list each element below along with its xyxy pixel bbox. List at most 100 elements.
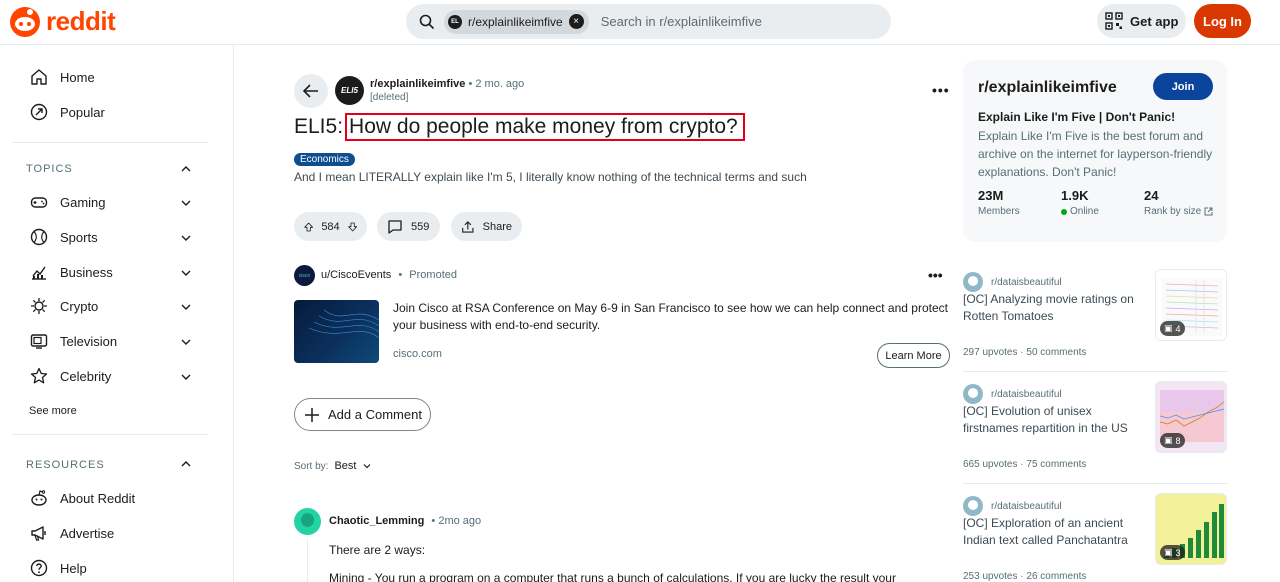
online-label-row: Online	[1061, 206, 1099, 217]
post-flair[interactable]: Economics	[294, 153, 355, 166]
image-count: 8	[1175, 435, 1181, 446]
related-post[interactable]: r/dataisbeautiful [OC] Analyzing movie r…	[963, 269, 1227, 362]
promo-domain[interactable]: cisco.com	[393, 348, 442, 360]
related-post-title[interactable]: [OC] Evolution of unisex firstnames repa…	[963, 403, 1148, 437]
subreddit-filter-chip[interactable]: EL r/explainlikeimfive ×	[444, 9, 589, 34]
subreddit-avatar-icon	[963, 272, 983, 292]
post-time: • 2 mo. ago	[468, 78, 525, 90]
get-app-label: Get app	[1130, 13, 1179, 29]
promo-image[interactable]	[294, 300, 379, 363]
comment-thread-line[interactable]	[307, 539, 308, 582]
chevron-down-icon[interactable]	[180, 267, 192, 279]
sidebar-item-celebrity[interactable]: Celebrity	[30, 367, 111, 385]
related-post-sub[interactable]: r/dataisbeautiful	[963, 272, 1062, 292]
search-bar[interactable]: EL r/explainlikeimfive × Search in r/exp…	[406, 4, 891, 39]
promo-text[interactable]: Join Cisco at RSA Conference on May 6-9 …	[393, 300, 953, 334]
chevron-up-icon[interactable]	[180, 163, 192, 175]
back-button[interactable]	[294, 74, 328, 108]
chevron-down-icon[interactable]	[180, 232, 192, 244]
post-body: And I mean LITERALLY explain like I'm 5,…	[294, 170, 807, 184]
sidebar-item-label: About Reddit	[60, 490, 136, 506]
online-label: Online	[1070, 206, 1099, 217]
sidebar-item-popular[interactable]: Popular	[30, 103, 105, 121]
home-icon	[31, 69, 47, 85]
add-comment-label: Add a Comment	[328, 407, 422, 422]
login-button[interactable]: Log In	[1194, 4, 1251, 38]
sidebar-item-sports[interactable]: Sports	[30, 228, 98, 246]
related-post[interactable]: r/dataisbeautiful [OC] Evolution of unis…	[963, 381, 1227, 474]
related-post-thumbnail[interactable]: ▣ 8	[1155, 381, 1227, 453]
sidebar-item-help[interactable]: Help	[30, 559, 87, 577]
sidebar-item-label: Home	[60, 69, 95, 85]
sidebar-item-label: Help	[60, 560, 87, 576]
sort-control[interactable]: Sort by: Best	[294, 460, 372, 472]
tv-icon	[30, 334, 48, 349]
sidebar-item-business[interactable]: Business	[30, 263, 113, 281]
help-icon	[30, 559, 48, 577]
sidebar-item-gaming[interactable]: Gaming	[30, 193, 106, 211]
sidebar-item-crypto[interactable]: Crypto	[30, 297, 98, 315]
join-button[interactable]: Join	[1153, 73, 1213, 100]
promo-avatar[interactable]: cisco	[294, 265, 315, 286]
sidebar-item-advertise[interactable]: Advertise	[30, 524, 114, 542]
learn-more-button[interactable]: Learn More	[877, 343, 950, 368]
related-post-thumbnail[interactable]: ▣ 3	[1155, 493, 1227, 565]
comment-author[interactable]: Chaotic_Lemming	[329, 515, 424, 527]
related-post[interactable]: r/dataisbeautiful [OC] Exploration of an…	[963, 493, 1227, 582]
community-name[interactable]: r/explainlikeimfive	[978, 79, 1117, 97]
search-input[interactable]: Search in r/explainlikeimfive	[601, 14, 762, 29]
chevron-down-icon[interactable]	[180, 301, 192, 313]
avatar[interactable]	[294, 508, 321, 535]
related-post-title[interactable]: [OC] Exploration of an ancient Indian te…	[963, 515, 1148, 549]
sort-label: Sort by:	[294, 460, 329, 472]
sidebar-divider	[12, 142, 208, 143]
sports-icon	[30, 228, 48, 246]
rank-stat: 24 Rank by size	[1144, 188, 1213, 217]
get-app-button[interactable]: Get app	[1097, 4, 1186, 38]
chevron-up-icon[interactable]	[180, 458, 192, 470]
downvote-icon[interactable]	[347, 220, 357, 234]
rank-value: 24	[1144, 188, 1159, 203]
related-post-title[interactable]: [OC] Analyzing movie ratings on Rotten T…	[963, 291, 1148, 325]
related-upvotes: 297 upvotes	[963, 347, 1018, 358]
share-button[interactable]: Share	[451, 212, 522, 241]
top-header: reddit EL r/explainlikeimfive × Search i…	[0, 0, 1280, 44]
sidebar-item-label: Popular	[60, 104, 105, 120]
related-post-stats: 253 upvotes · 26 comments	[963, 571, 1087, 582]
related-divider	[963, 371, 1227, 372]
promoted-label: Promoted	[409, 269, 457, 281]
sidebar-item-label: Celebrity	[60, 368, 112, 384]
add-comment-button[interactable]: Add a Comment	[294, 398, 431, 431]
image-count-badge: ▣ 3	[1160, 545, 1185, 560]
chevron-down-icon[interactable]	[180, 336, 192, 348]
close-icon[interactable]: ×	[568, 14, 584, 29]
see-more-link[interactable]: See more	[29, 405, 77, 417]
sidebar-item-about-reddit[interactable]: About Reddit	[30, 489, 135, 507]
post-options-icon[interactable]: •••	[932, 82, 950, 98]
chevron-down-icon[interactable]	[180, 197, 192, 209]
promo-options-icon[interactable]: •••	[928, 267, 943, 283]
subreddit-avatar[interactable]: ELI5	[335, 76, 364, 105]
related-sub-name: r/dataisbeautiful	[991, 500, 1062, 512]
subreddit-link[interactable]: r/explainlikeimfive	[370, 78, 465, 90]
members-count: 23M	[978, 188, 1004, 203]
sidebar-item-television[interactable]: Television	[30, 332, 117, 350]
related-post-sub[interactable]: r/dataisbeautiful	[963, 384, 1062, 404]
related-post-stats: 665 upvotes · 75 comments	[963, 459, 1087, 470]
related-post-thumbnail[interactable]: ▣ 4	[1155, 269, 1227, 341]
reddit-logo[interactable]: reddit	[10, 6, 116, 37]
related-divider	[963, 483, 1227, 484]
sidebar-item-label: Sports	[60, 229, 98, 245]
arrow-left-icon	[302, 84, 318, 98]
sidebar-item-home[interactable]: Home	[30, 68, 95, 86]
promo-user-link[interactable]: u/CiscoEvents	[321, 269, 391, 281]
related-post-sub[interactable]: r/dataisbeautiful	[963, 496, 1062, 516]
community-tagline: Explain Like I'm Five | Don't Panic!	[978, 110, 1176, 124]
rank-label-row[interactable]: Rank by size	[1144, 206, 1213, 217]
chevron-down-icon[interactable]	[180, 371, 192, 383]
upvote-icon[interactable]	[304, 220, 314, 234]
related-upvotes: 253 upvotes	[963, 571, 1018, 582]
members-label: Members	[978, 206, 1020, 217]
external-link-icon	[1204, 207, 1213, 216]
comments-button[interactable]: 559	[377, 212, 440, 241]
